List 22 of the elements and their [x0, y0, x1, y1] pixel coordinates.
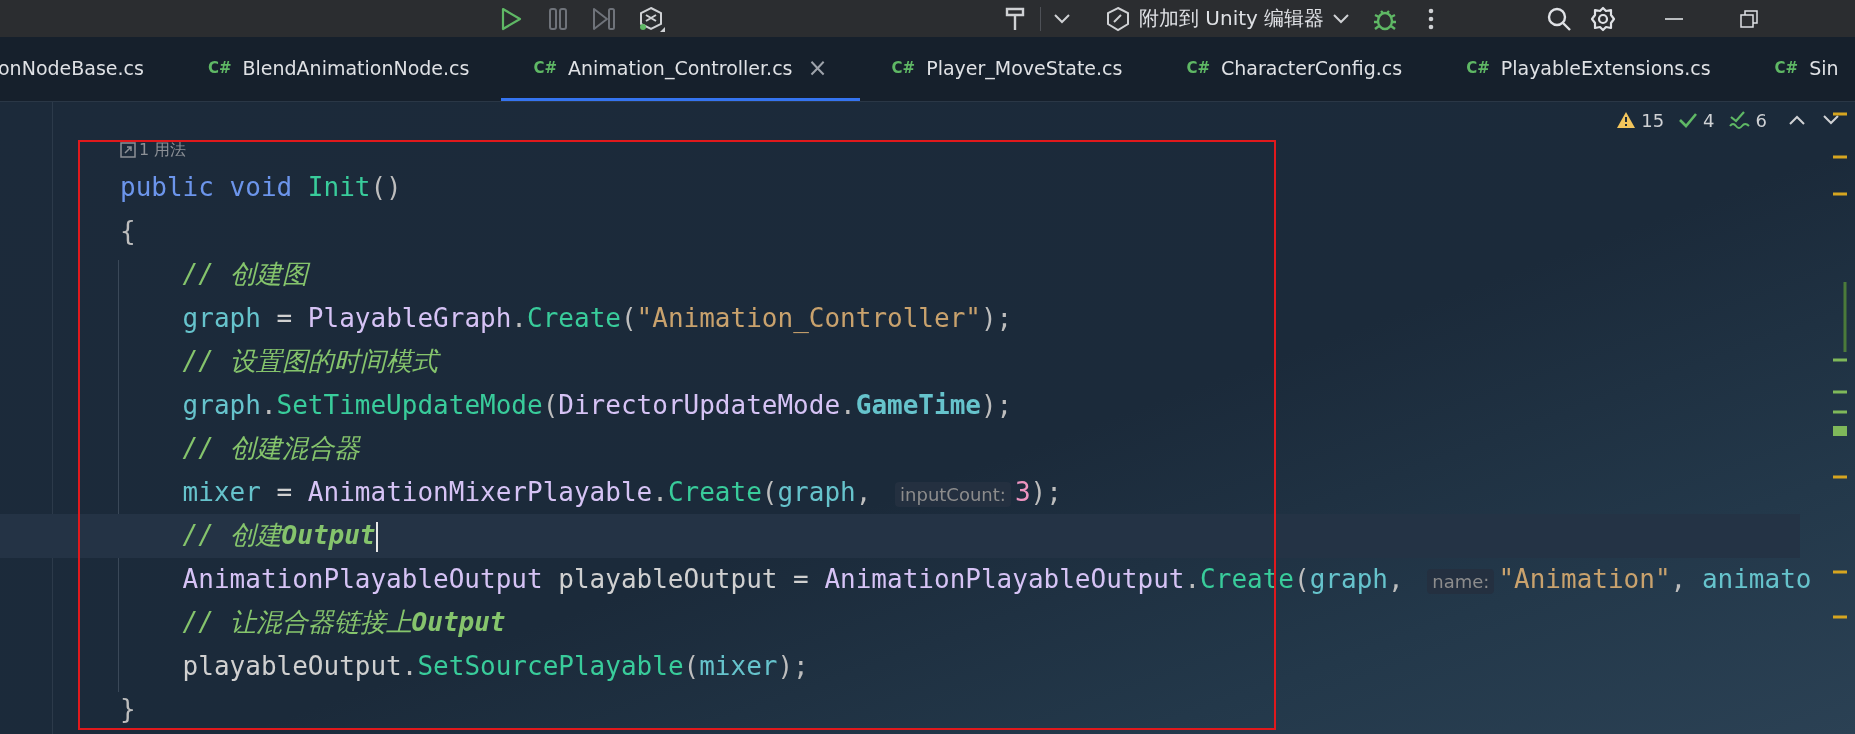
code-line: // 设置图的时间模式 [0, 340, 1800, 384]
code-line: // 创建混合器 [181, 432, 362, 465]
editor-tab[interactable]: C# CharacterConfig.cs [1154, 37, 1435, 101]
editor-tab[interactable]: C# BlendAnimationNode.cs [175, 37, 502, 101]
code-line: graph.SetTimeUpdateMode(DirectorUpdateMode.GameTime); [181, 388, 1014, 422]
attach-button[interactable]: 附加到 Unity 编辑器 [1105, 5, 1351, 32]
inspection-count[interactable]: 6 [1755, 109, 1767, 131]
code-line: // 创建图 [0, 253, 1800, 297]
editor-tab[interactable]: C# PlayableExtensions.cs [1434, 37, 1743, 101]
code-line: } [119, 693, 137, 726]
code-line: public void Init() [119, 171, 403, 204]
code-line: playableOutput.SetSourcePlayable(mixer); [181, 649, 810, 683]
close-icon[interactable]: × [807, 53, 828, 82]
code-line: mixer = AnimationMixerPlayable.Create(graph, inputCount: 3); [181, 475, 1063, 509]
code-line: // 让混合器链接上Output [181, 606, 507, 639]
code-line: { [119, 214, 137, 248]
inspection-count[interactable]: 4 [1703, 109, 1715, 131]
editor-tab[interactable]: C# Player_MoveState.cs [859, 37, 1155, 101]
usage-hint[interactable]: 1 用法 [120, 138, 187, 162]
editor-tab[interactable]: C# Sin [1742, 37, 1855, 101]
inspection-count[interactable]: 15 [1641, 109, 1665, 131]
code-line: graph = PlayableGraph.Create("Animation_Controller"); [181, 301, 1014, 335]
